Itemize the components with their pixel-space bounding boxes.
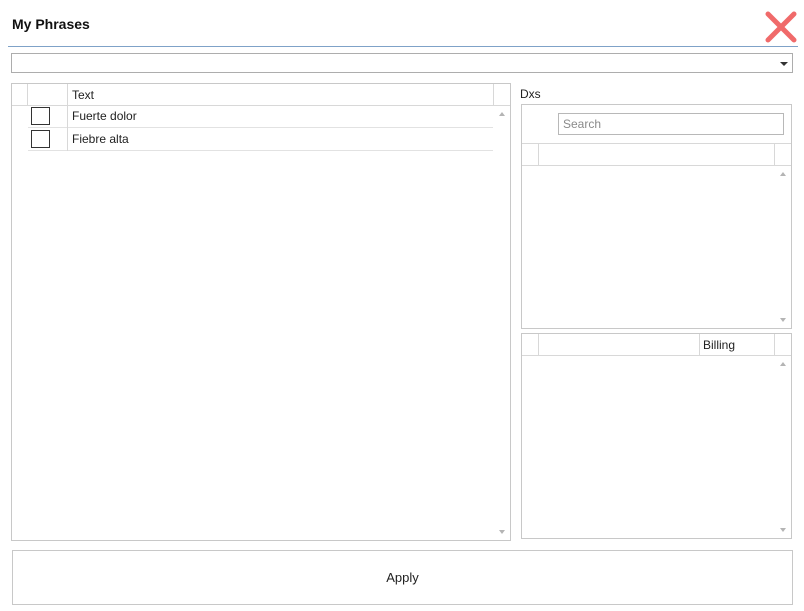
dxs-column-header[interactable] — [538, 144, 775, 165]
dxs-search-input[interactable] — [558, 113, 784, 135]
dxs-label: Dxs — [520, 87, 541, 101]
table-row[interactable]: Fuerte dolor — [28, 105, 493, 128]
title-divider — [8, 46, 798, 47]
billing-column-header[interactable]: Billing — [699, 334, 775, 355]
billing-grid: Billing — [521, 333, 792, 539]
phrase-text: Fuerte dolor — [72, 109, 137, 123]
phrases-grid-header: Text — [12, 84, 510, 106]
scrollbar-header — [494, 84, 510, 105]
window-title: My Phrases — [12, 16, 90, 32]
scroll-up-icon[interactable] — [499, 112, 505, 116]
scroll-down-icon[interactable] — [780, 528, 786, 532]
my-phrases-window: My Phrases Text Fuerte dolor Fiebre alta… — [0, 0, 804, 611]
category-dropdown[interactable] — [11, 53, 793, 73]
row-header-column — [12, 84, 28, 105]
vertical-scrollbar[interactable] — [775, 165, 791, 328]
phrase-text: Fiebre alta — [72, 132, 129, 146]
row-checkbox[interactable] — [31, 107, 50, 125]
apply-button[interactable]: Apply — [12, 550, 793, 605]
column-divider — [67, 128, 68, 151]
column-divider — [67, 105, 68, 128]
scroll-up-icon[interactable] — [780, 362, 786, 366]
chevron-down-icon[interactable] — [780, 62, 788, 66]
scroll-down-icon[interactable] — [780, 318, 786, 322]
scroll-down-icon[interactable] — [499, 530, 505, 534]
vertical-scrollbar[interactable] — [775, 355, 791, 538]
vertical-scrollbar[interactable] — [494, 105, 510, 540]
code-column-header[interactable] — [538, 334, 700, 355]
row-header-column — [522, 144, 539, 165]
scroll-up-icon[interactable] — [780, 172, 786, 176]
text-column-header[interactable]: Text — [68, 84, 494, 105]
table-row[interactable]: Fiebre alta — [28, 128, 493, 151]
row-checkbox[interactable] — [31, 130, 50, 148]
dxs-grid-header — [522, 143, 791, 166]
row-header-column — [522, 334, 539, 355]
checkbox-column-header[interactable] — [28, 84, 68, 105]
dxs-panel — [521, 104, 792, 329]
close-icon[interactable] — [764, 11, 798, 43]
phrases-grid: Text Fuerte dolor Fiebre alta — [11, 83, 511, 541]
billing-grid-header: Billing — [522, 334, 791, 356]
